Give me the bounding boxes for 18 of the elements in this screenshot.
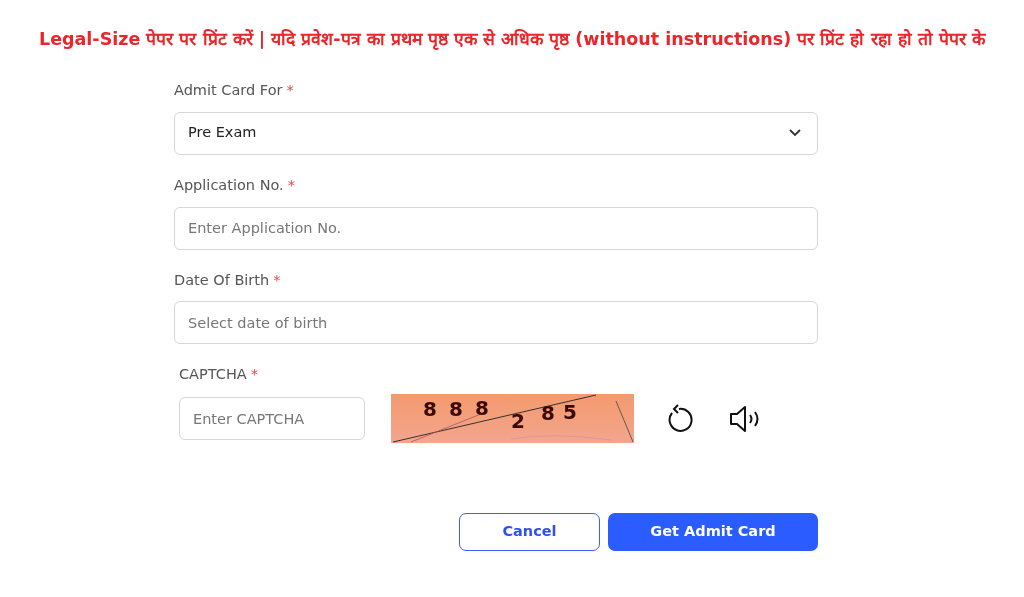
dropdown-field[interactable]: Pre Exam	[174, 111, 818, 155]
required-asterisk: *	[273, 270, 281, 290]
field-label: Admit Card For	[174, 81, 283, 100]
field-label: Date Of Birth	[174, 270, 270, 290]
get-admit-card-button[interactable]: Get Admit Card	[608, 513, 818, 551]
required-asterisk: *	[286, 81, 294, 100]
cancel-button[interactable]: Cancel	[459, 513, 600, 551]
chevron-down-icon	[789, 129, 801, 138]
field-label: Application No.	[174, 175, 284, 195]
required-asterisk: *	[287, 175, 295, 195]
field-label: CAPTCHA	[179, 365, 247, 385]
speaker-icon[interactable]	[729, 403, 761, 434]
input-field[interactable]: Select date of birth	[174, 301, 818, 345]
required-asterisk: *	[250, 365, 258, 385]
notice-text: Legal-Size पेपर पर प्रिंट करें | यदि प्रवेश-पत्र का प्रथम पृष्ठ एक से अधिक पृष्ठ (without instructions) पर प्रिंट हो रहा हो तो पेपर के	[39, 28, 985, 52]
captcha-input[interactable]: Enter CAPTCHA	[179, 397, 365, 440]
input-field[interactable]: Enter Application No.	[174, 206, 818, 250]
captcha-image: 8 8 8 2 8 5	[391, 394, 634, 443]
